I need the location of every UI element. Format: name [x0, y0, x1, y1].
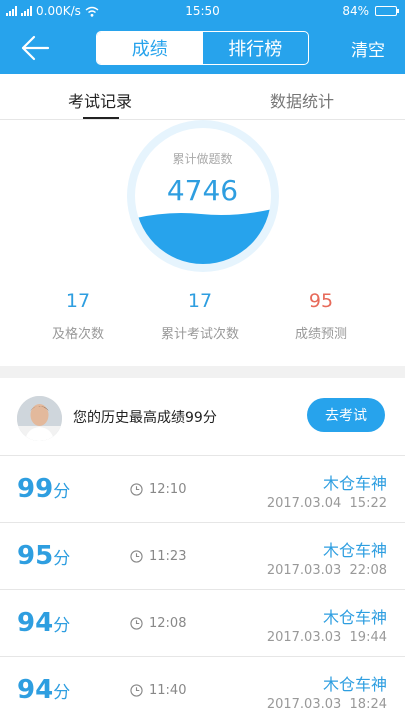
- record-score: 94分: [17, 675, 70, 705]
- stat-total-exams-value: 17: [187, 290, 213, 312]
- status-bar: 0.00K/s 15:50 84%: [0, 0, 405, 22]
- stat-passed: 17 及格次数: [18, 290, 138, 342]
- tab-leaderboard[interactable]: 排行榜: [203, 32, 309, 64]
- clock-icon: [130, 684, 143, 697]
- segmented-control: 成绩 排行榜: [96, 31, 309, 65]
- tab-indicator: [83, 117, 119, 119]
- best-score-banner: 您的历史最高成绩99分 去考试: [0, 378, 405, 456]
- record-user-name: 木仓车神: [322, 608, 387, 627]
- gauge-value: 4746: [166, 174, 239, 207]
- battery-icon: [375, 6, 399, 16]
- record-score-unit: 分: [53, 482, 71, 502]
- record-score-value: 95: [17, 541, 54, 571]
- record-time: 19:44: [349, 630, 387, 645]
- tab-statistics[interactable]: 数据统计: [270, 88, 334, 112]
- gauge-label: 累计做题数: [172, 152, 233, 166]
- record-row[interactable]: 94分 11:40 木仓车神 2017.03.03 18:24: [0, 657, 405, 720]
- tab-exam-records[interactable]: 考试记录: [68, 88, 132, 112]
- record-time: 15:22: [349, 496, 387, 511]
- record-score-value: 94: [17, 608, 54, 638]
- status-right: 84%: [342, 4, 399, 18]
- stat-passed-value: 17: [65, 290, 91, 312]
- record-date: 2017.03.03: [266, 630, 342, 645]
- record-datetime: 2017.03.03 22:08: [267, 563, 387, 578]
- clock-icon: [130, 550, 143, 563]
- user-avatar-icon: [17, 396, 62, 441]
- record-date: 2017.03.03: [266, 697, 342, 712]
- avatar: [17, 396, 62, 441]
- record-duration-value: 12:10: [149, 482, 187, 497]
- stat-prediction-label: 成绩预测: [294, 327, 347, 342]
- record-row[interactable]: 95分 11:23 木仓车神 2017.03.03 22:08: [0, 523, 405, 590]
- record-duration: 12:10: [130, 482, 186, 497]
- stat-passed-label: 及格次数: [51, 327, 104, 342]
- record-date: 2017.03.04: [266, 496, 342, 511]
- record-user-name: 木仓车神: [322, 675, 387, 694]
- record-duration: 11:40: [130, 683, 186, 698]
- record-score: 94分: [17, 608, 70, 638]
- take-exam-button[interactable]: 去考试: [307, 398, 385, 432]
- record-score: 99分: [17, 474, 70, 504]
- stat-prediction-value: 95: [308, 290, 334, 312]
- record-row[interactable]: 99分 12:10 木仓车神 2017.03.04 15:22: [0, 456, 405, 523]
- stat-total-exams-label: 累计考试次数: [160, 327, 239, 342]
- tab-scores[interactable]: 成绩: [97, 32, 203, 64]
- clock-icon: [130, 483, 143, 496]
- record-duration-value: 11:40: [149, 683, 187, 698]
- record-time: 18:24: [349, 697, 387, 712]
- record-datetime: 2017.03.04 15:22: [267, 496, 387, 511]
- record-duration: 11:23: [130, 549, 186, 564]
- record-user-name: 木仓车神: [322, 541, 387, 560]
- record-duration-value: 11:23: [149, 549, 187, 564]
- record-score-unit: 分: [53, 683, 71, 703]
- record-score-value: 99: [17, 474, 54, 504]
- best-score-text: 您的历史最高成绩99分: [73, 410, 217, 426]
- record-user-name: 木仓车神: [322, 474, 387, 493]
- stat-prediction: 95 成绩预测: [261, 290, 381, 342]
- record-row[interactable]: 94分 12:08 木仓车神 2017.03.03 19:44: [0, 590, 405, 657]
- header: 成绩 排行榜 清空: [0, 22, 405, 74]
- record-duration-value: 12:08: [149, 616, 187, 631]
- record-date: 2017.03.03: [266, 563, 342, 578]
- record-datetime: 2017.03.03 18:24: [267, 697, 387, 712]
- battery-percent: 84%: [342, 4, 369, 18]
- section-divider: [0, 366, 405, 378]
- record-score-unit: 分: [53, 549, 71, 569]
- back-arrow-icon[interactable]: [20, 34, 50, 62]
- record-duration: 12:08: [130, 616, 186, 631]
- stat-total-exams: 17 累计考试次数: [140, 290, 260, 342]
- record-datetime: 2017.03.03 19:44: [267, 630, 387, 645]
- clock-icon: [130, 617, 143, 630]
- clear-button[interactable]: 清空: [351, 36, 385, 61]
- record-score-unit: 分: [53, 616, 71, 636]
- record-score: 95分: [17, 541, 70, 571]
- record-score-value: 94: [17, 675, 54, 705]
- record-time: 22:08: [349, 563, 387, 578]
